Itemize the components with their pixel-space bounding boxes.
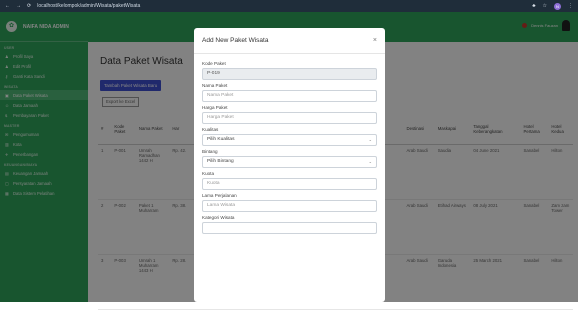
form-group-harga: Harga Paket Harga Paket	[202, 105, 377, 124]
address-bar[interactable]: localhost/kelompok/admin/Wisata/paketWis…	[37, 3, 140, 9]
nama-input[interactable]: Nama Paket	[202, 90, 377, 102]
kuota-label: Kuota	[202, 171, 215, 176]
form-group-bintang: Bintang Pilih Bintang ⌄	[202, 149, 377, 168]
form-group-nama: Nama Paket Nama Paket	[202, 83, 377, 102]
harga-input[interactable]: Harga Paket	[202, 112, 377, 124]
kualitas-selected: Pilih Kualitas	[207, 137, 235, 142]
form-group-kode: Kode Paket P-019	[202, 61, 377, 80]
bintang-select[interactable]: Pilih Bintang ⌄	[202, 156, 377, 168]
form-group-kualitas: Kualitas Pilih Kualitas ⌄	[202, 127, 377, 146]
kualitas-label: Kualitas	[202, 127, 219, 132]
star-icon[interactable]: ☆	[543, 3, 547, 9]
lama-input[interactable]: Lama Wisata	[202, 200, 377, 212]
close-icon[interactable]: ×	[373, 37, 377, 44]
kuota-input[interactable]: Kuota	[202, 178, 377, 190]
kategori-select[interactable]	[202, 222, 377, 234]
nama-label: Nama Paket	[202, 83, 228, 88]
reload-icon[interactable]: ⟳	[27, 3, 31, 9]
kualitas-select[interactable]: Pilih Kualitas ⌄	[202, 134, 377, 146]
bintang-selected: Pilih Bintang	[207, 159, 234, 164]
profile-avatar[interactable]: N	[554, 2, 561, 10]
chevron-down-icon: ⌄	[368, 159, 372, 164]
form-group-kategori: Kategori Wisata	[202, 215, 377, 234]
lama-label: Lama Perjalanan	[202, 193, 237, 198]
browser-bar: ← → ⟳ localhost/kelompok/admin/Wisata/pa…	[0, 0, 578, 12]
kode-label: Kode Paket	[202, 61, 226, 66]
form-group-kuota: Kuota Kuota	[202, 171, 377, 190]
harga-label: Harga Paket	[202, 105, 228, 110]
kode-field: P-019	[202, 68, 377, 80]
add-package-modal: Add New Paket Wisata × Kode Paket P-019 …	[194, 28, 385, 302]
bintang-label: Bintang	[202, 149, 218, 154]
modal-title: Add New Paket Wisata	[202, 37, 269, 44]
forward-icon[interactable]: →	[16, 3, 21, 9]
extension-icon[interactable]: ♣	[532, 3, 535, 9]
modal-body: Kode Paket P-019 Nama Paket Nama Paket H…	[194, 54, 385, 241]
form-group-lama: Lama Perjalanan Lama Wisata	[202, 193, 377, 212]
modal-header: Add New Paket Wisata ×	[194, 28, 385, 54]
chevron-down-icon: ⌄	[368, 137, 372, 142]
kategori-label: Kategori Wisata	[202, 215, 235, 220]
menu-icon[interactable]: ⋮	[568, 3, 573, 9]
back-icon[interactable]: ←	[5, 3, 10, 9]
